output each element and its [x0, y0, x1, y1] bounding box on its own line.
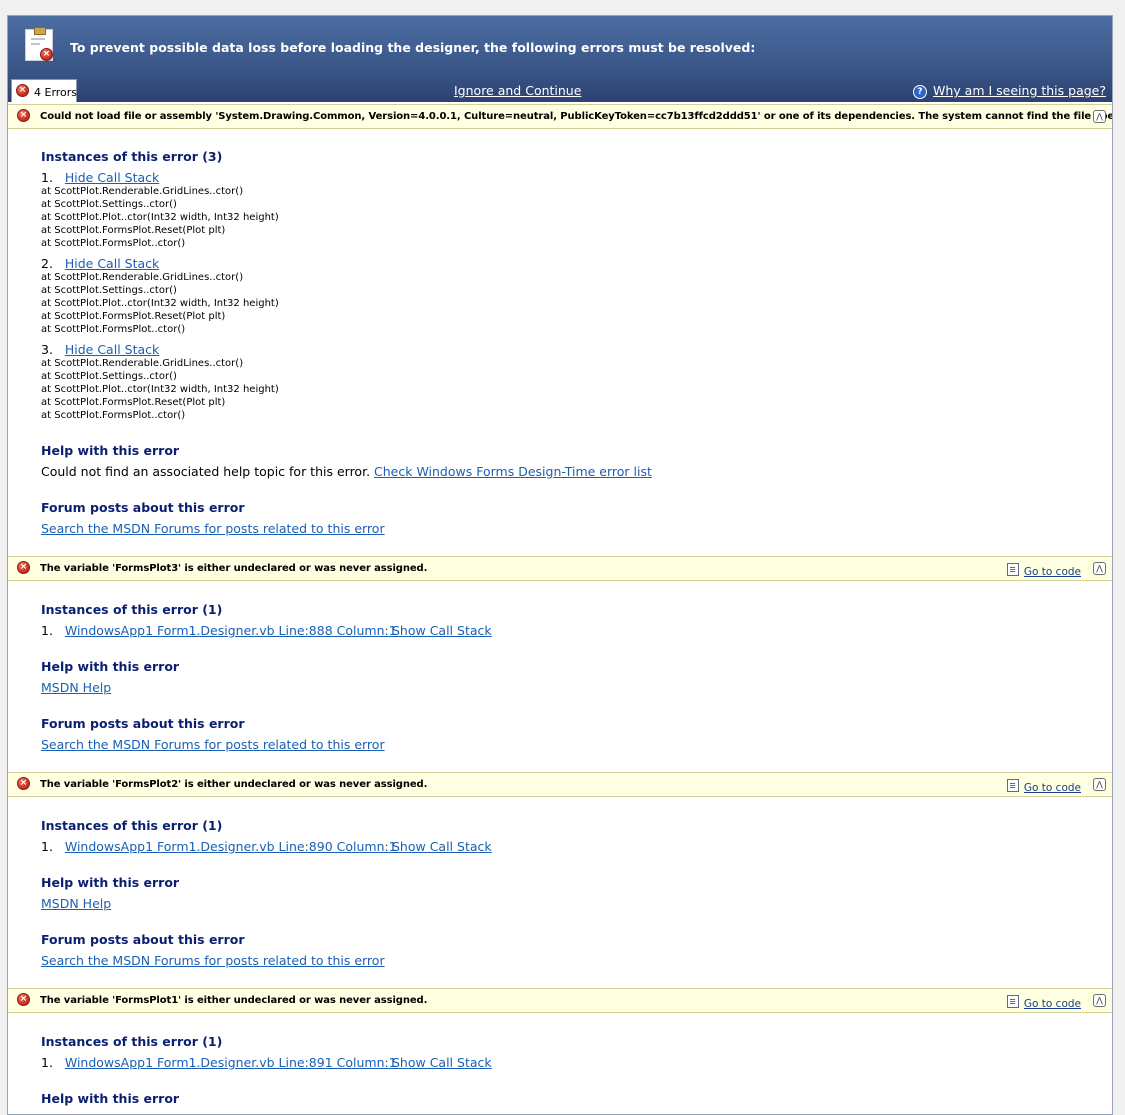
forum-link-row: Search the MSDN Forums for posts related… [41, 953, 385, 968]
error-icon: × [16, 84, 29, 97]
go-to-code-link[interactable]: Go to code [1024, 998, 1081, 1010]
error-bar: × Could not load file or assembly 'Syste… [8, 104, 1112, 129]
error-bar: × The variable 'FormsPlot1' is either un… [8, 988, 1112, 1013]
instances-heading: Instances of this error (1) [41, 818, 223, 833]
msdn-help-link[interactable]: MSDN Help [41, 680, 111, 695]
error-bar: × The variable 'FormsPlot2' is either un… [8, 772, 1112, 797]
msdn-help-link[interactable]: MSDN Help [41, 896, 111, 911]
instances-heading: Instances of this error (1) [41, 1034, 223, 1049]
code-file-icon [1006, 995, 1019, 1008]
go-to-code-link[interactable]: Go to code [1024, 566, 1081, 578]
show-call-stack-link[interactable]: Show Call Stack [392, 839, 492, 854]
source-location-link[interactable]: WindowsApp1 Form1.Designer.vb Line:890 C… [65, 839, 397, 854]
show-call-stack-link[interactable]: Show Call Stack [392, 623, 492, 638]
call-stack: at ScottPlot.Renderable.GridLines..ctor(… [41, 186, 279, 249]
instance-number: 1. WindowsApp1 Form1.Designer.vb Line:89… [41, 839, 397, 854]
msdn-forums-link[interactable]: Search the MSDN Forums for posts related… [41, 953, 385, 968]
msdn-forums-link[interactable]: Search the MSDN Forums for posts related… [41, 737, 385, 752]
help-link-row: MSDN Help [41, 896, 111, 911]
instance-number: 1. WindowsApp1 Form1.Designer.vb Line:89… [41, 1055, 397, 1070]
instance-number: 1. WindowsApp1 Form1.Designer.vb Line:88… [41, 623, 397, 638]
help-heading: Help with this error [41, 875, 180, 890]
show-call-stack-row: Show Call Stack [392, 623, 492, 638]
source-location-link[interactable]: WindowsApp1 Form1.Designer.vb Line:891 C… [65, 1055, 397, 1070]
instance-number: 3. Hide Call Stack [41, 342, 160, 357]
call-stack: at ScottPlot.Renderable.GridLines..ctor(… [41, 272, 279, 335]
forum-link-row: Search the MSDN Forums for posts related… [41, 737, 385, 752]
instances-heading: Instances of this error (3) [41, 149, 223, 164]
ignore-and-continue-link[interactable]: Ignore and Continue [454, 83, 581, 98]
go-to-code[interactable]: Go to code [1006, 563, 1081, 578]
forum-heading: Forum posts about this error [41, 932, 245, 947]
instances-heading: Instances of this error (1) [41, 602, 223, 617]
help-heading: Help with this error [41, 1091, 180, 1106]
instance-number: 1. Hide Call Stack [41, 170, 160, 185]
code-file-icon [1006, 779, 1019, 792]
msdn-forums-link[interactable]: Search the MSDN Forums for posts related… [41, 521, 385, 536]
document-error-icon: × [25, 27, 53, 61]
go-to-code[interactable]: Go to code [1006, 995, 1081, 1010]
tab-errors-label: 4 Errors [34, 86, 78, 99]
collapse-icon[interactable]: ⋀ [1093, 110, 1106, 123]
error-icon: × [17, 777, 30, 790]
forum-heading: Forum posts about this error [41, 716, 245, 731]
tab-errors[interactable]: × 4 Errors [11, 79, 77, 102]
show-call-stack-link[interactable]: Show Call Stack [392, 1055, 492, 1070]
error-icon: × [17, 993, 30, 1006]
forum-heading: Forum posts about this error [41, 500, 245, 515]
hide-call-stack-link[interactable]: Hide Call Stack [65, 256, 159, 271]
clipboard-clip [34, 27, 46, 35]
code-file-icon [1006, 563, 1019, 576]
show-call-stack-row: Show Call Stack [392, 839, 492, 854]
instance-number: 2. Hide Call Stack [41, 256, 160, 271]
help-link-row: MSDN Help [41, 680, 111, 695]
page-title: To prevent possible data loss before loa… [70, 40, 756, 55]
call-stack: at ScottPlot.Renderable.GridLines..ctor(… [41, 358, 279, 421]
design-time-error-list-link[interactable]: Check Windows Forms Design-Time error li… [374, 464, 652, 479]
help-question-icon: ? [913, 85, 928, 99]
error-message: The variable 'FormsPlot3' is either unde… [40, 563, 428, 574]
error-icon: × [40, 48, 53, 61]
hide-call-stack-link[interactable]: Hide Call Stack [65, 170, 159, 185]
collapse-icon[interactable]: ⋀ [1093, 994, 1106, 1007]
help-heading: Help with this error [41, 443, 180, 458]
error-message: The variable 'FormsPlot1' is either unde… [40, 995, 428, 1006]
error-icon: × [17, 561, 30, 574]
go-to-code-link[interactable]: Go to code [1024, 782, 1081, 794]
why-seeing-page-link[interactable]: Why am I seeing this page? [933, 83, 1106, 98]
forum-link-row: Search the MSDN Forums for posts related… [41, 521, 385, 536]
hide-call-stack-link[interactable]: Hide Call Stack [65, 342, 159, 357]
error-message: Could not load file or assembly 'System.… [40, 111, 1113, 122]
why-seeing-page[interactable]: ? Why am I seeing this page? [913, 83, 1106, 99]
error-bar: × The variable 'FormsPlot3' is either un… [8, 556, 1112, 581]
collapse-icon[interactable]: ⋀ [1093, 778, 1106, 791]
help-heading: Help with this error [41, 659, 180, 674]
show-call-stack-row: Show Call Stack [392, 1055, 492, 1070]
designer-error-page: × To prevent possible data loss before l… [7, 15, 1113, 1115]
error-icon: × [17, 109, 30, 122]
source-location-link[interactable]: WindowsApp1 Form1.Designer.vb Line:888 C… [65, 623, 397, 638]
help-text: Could not find an associated help topic … [41, 464, 652, 479]
error-page-header: × To prevent possible data loss before l… [8, 16, 1112, 102]
go-to-code[interactable]: Go to code [1006, 779, 1081, 794]
collapse-icon[interactable]: ⋀ [1093, 562, 1106, 575]
error-message: The variable 'FormsPlot2' is either unde… [40, 779, 428, 790]
